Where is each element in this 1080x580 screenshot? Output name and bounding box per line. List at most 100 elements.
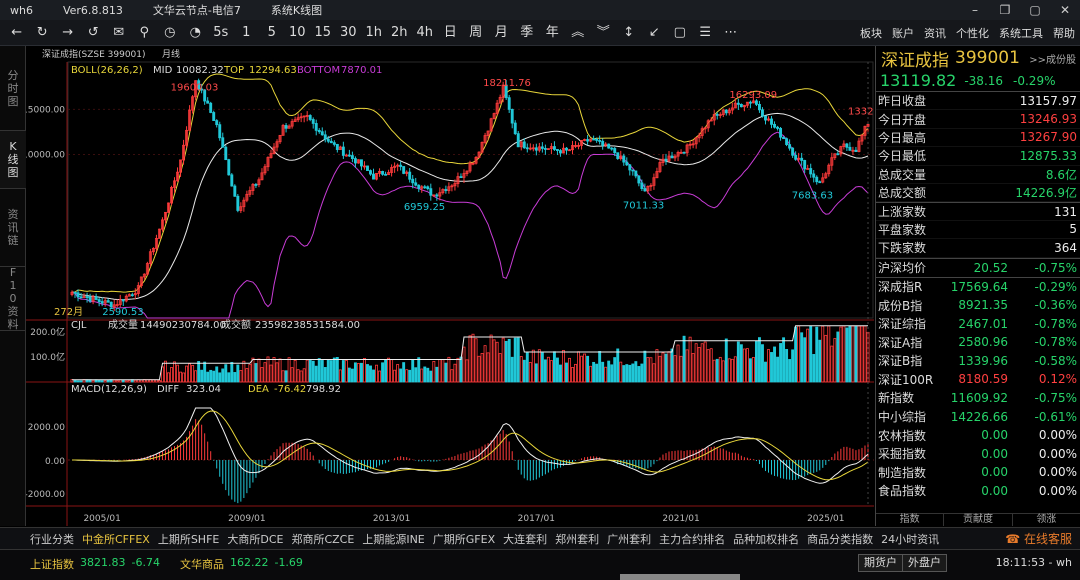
- online-service-label: 在线客服: [1023, 532, 1072, 546]
- maximize-button[interactable]: ▢: [1020, 0, 1050, 20]
- toolbar-button-18[interactable]: 周: [463, 20, 489, 46]
- toolbar-button-22[interactable]: ︽: [565, 20, 591, 46]
- volume-bar: [474, 338, 478, 383]
- toolbar-button-21[interactable]: 年: [540, 20, 566, 46]
- toolbar-button-20[interactable]: 季: [514, 20, 540, 46]
- toolbar-button-4[interactable]: ✉: [106, 20, 132, 46]
- candle-body: [221, 137, 225, 148]
- exchange-tab-7[interactable]: 大连套利: [499, 531, 551, 547]
- online-service-button[interactable]: ☎ 在线客服: [1005, 530, 1072, 547]
- index-row[interactable]: 新指数 11609.92 -0.75%: [876, 389, 1080, 408]
- toolbar-button-7[interactable]: ◔: [183, 20, 209, 46]
- volume-bar: [408, 369, 412, 383]
- menu-personalize[interactable]: 个性化: [951, 25, 994, 41]
- toolbar-button-24[interactable]: ↕: [616, 20, 642, 46]
- toolbar-button-2[interactable]: →: [55, 20, 81, 46]
- macd-axis-label: 0.00: [45, 457, 65, 467]
- toolbar-button-27[interactable]: ☰: [693, 20, 719, 46]
- index-row[interactable]: 成份B指 8921.35 -0.36%: [876, 296, 1080, 315]
- index-row[interactable]: 食品指数 0.00 0.00%: [876, 482, 1080, 501]
- volume-bar: [857, 325, 861, 383]
- menu-system-tools[interactable]: 系统工具: [994, 25, 1048, 41]
- boll-bottom-label: BOTTOM: [297, 65, 340, 76]
- menu-sector[interactable]: 板块: [855, 25, 887, 41]
- left-tab-1[interactable]: K线图: [0, 131, 26, 189]
- toolbar-button-13[interactable]: 30: [336, 20, 362, 46]
- index-row[interactable]: 深证B指 1339.96 -0.58%: [876, 351, 1080, 370]
- exchange-tab-4[interactable]: 郑商所CZCE: [287, 531, 358, 547]
- constituents-link[interactable]: >>成份股: [1029, 51, 1076, 66]
- volume-bar: [245, 368, 249, 383]
- exchange-tab-11[interactable]: 品种加权排名: [729, 531, 803, 547]
- left-tab-2[interactable]: 资讯链: [0, 189, 26, 267]
- candle-body: [317, 129, 321, 133]
- menu-help[interactable]: 帮助: [1048, 25, 1080, 41]
- toolbar-button-23[interactable]: ︾: [591, 20, 617, 46]
- kline-chart[interactable]: 15000.00 10000.00 19600.03 18211.76 16293.09…: [26, 46, 874, 526]
- toolbar-button-9[interactable]: 1: [234, 20, 260, 46]
- left-tab-0[interactable]: 分时图: [0, 46, 26, 131]
- toolbar-button-0[interactable]: ←: [4, 20, 30, 46]
- toolbar-button-8[interactable]: 5s: [208, 20, 234, 46]
- minimize-button[interactable]: –: [960, 0, 990, 20]
- toolbar-button-11[interactable]: 10: [285, 20, 311, 46]
- tab-index[interactable]: 指数: [876, 514, 945, 526]
- toolbar-button-6[interactable]: ◷: [157, 20, 183, 46]
- volume-bar: [724, 338, 728, 383]
- menu-news[interactable]: 资讯: [919, 25, 951, 41]
- index-row[interactable]: 采掘指数 0.00 0.00%: [876, 444, 1080, 463]
- exchange-tab-5[interactable]: 上期能源INE: [358, 531, 428, 547]
- candle-body: [423, 186, 427, 189]
- toolbar-button-1[interactable]: ↻: [30, 20, 56, 46]
- left-tab-3[interactable]: F10资料: [0, 266, 26, 331]
- menu-account[interactable]: 账户: [887, 25, 919, 41]
- toolbar-button-19[interactable]: 月: [489, 20, 515, 46]
- restore-button[interactable]: ❐: [990, 0, 1020, 20]
- index-row[interactable]: 农林指数 0.00 0.00%: [876, 426, 1080, 445]
- volume-bar: [248, 363, 252, 383]
- toolbar-button-16[interactable]: 4h: [412, 20, 438, 46]
- volume-bar: [320, 360, 324, 383]
- volume-bar: [281, 370, 285, 383]
- index-row[interactable]: 中小综指 14226.66 -0.61%: [876, 407, 1080, 426]
- toolbar-button-3[interactable]: ↺: [81, 20, 107, 46]
- exchange-tab-10[interactable]: 主力合约排名: [655, 531, 729, 547]
- foreign-account-button[interactable]: 外盘户: [902, 554, 947, 572]
- exchange-tab-3[interactable]: 大商所DCE: [223, 531, 287, 547]
- exchange-tab-13[interactable]: 24小时资讯: [877, 531, 943, 547]
- exchange-tab-12[interactable]: 商品分类指数: [803, 531, 877, 547]
- toolbar-button-12[interactable]: 15: [310, 20, 336, 46]
- volume-bar: [815, 326, 819, 383]
- exchange-tab-6[interactable]: 广期所GFEX: [429, 531, 499, 547]
- quote-field-row: 昨日收盘 13157.97: [876, 92, 1080, 111]
- toolbar-button-5[interactable]: ⚲: [132, 20, 158, 46]
- candle-body: [459, 176, 463, 179]
- toolbar-button-14[interactable]: 1h: [361, 20, 387, 46]
- index-row[interactable]: 深成指R 17569.64 -0.29%: [876, 277, 1080, 296]
- close-button[interactable]: ✕: [1050, 0, 1080, 20]
- tab-contribution[interactable]: 贡献度: [944, 514, 1013, 526]
- index-row[interactable]: 深证综指 2467.01 -0.78%: [876, 314, 1080, 333]
- index-row[interactable]: 深证A指 2580.96 -0.78%: [876, 333, 1080, 352]
- horizontal-scrollbar[interactable]: [620, 574, 740, 580]
- exchange-tab-1[interactable]: 中金所CFFEX: [78, 531, 154, 547]
- toolbar-button-17[interactable]: 日: [438, 20, 464, 46]
- exchange-tab-8[interactable]: 郑州套利: [551, 531, 603, 547]
- exchange-tab-2[interactable]: 上期所SHFE: [154, 531, 224, 547]
- volume-bar: [785, 349, 789, 383]
- exchange-tab-9[interactable]: 广州套利: [603, 531, 655, 547]
- index-row[interactable]: 制造指数 0.00 0.00%: [876, 463, 1080, 482]
- toolbar-button-10[interactable]: 5: [259, 20, 285, 46]
- exchange-tab-0[interactable]: 行业分类: [26, 531, 78, 547]
- toolbar-button-25[interactable]: ↙: [642, 20, 668, 46]
- futures-account-button[interactable]: 期货户: [858, 554, 903, 572]
- index-row[interactable]: 深证100R 8180.59 0.12%: [876, 370, 1080, 389]
- toolbar-button-26[interactable]: ▢: [667, 20, 693, 46]
- volume-bar: [616, 348, 620, 383]
- index-value: 8180.59: [958, 372, 1008, 387]
- candle-body: [332, 142, 336, 145]
- index-row[interactable]: 沪深均价 20.52 -0.75%: [876, 259, 1080, 278]
- tab-leaders[interactable]: 领涨: [1013, 514, 1080, 526]
- toolbar-button-15[interactable]: 2h: [387, 20, 413, 46]
- toolbar-button-28[interactable]: ⋯: [718, 20, 744, 46]
